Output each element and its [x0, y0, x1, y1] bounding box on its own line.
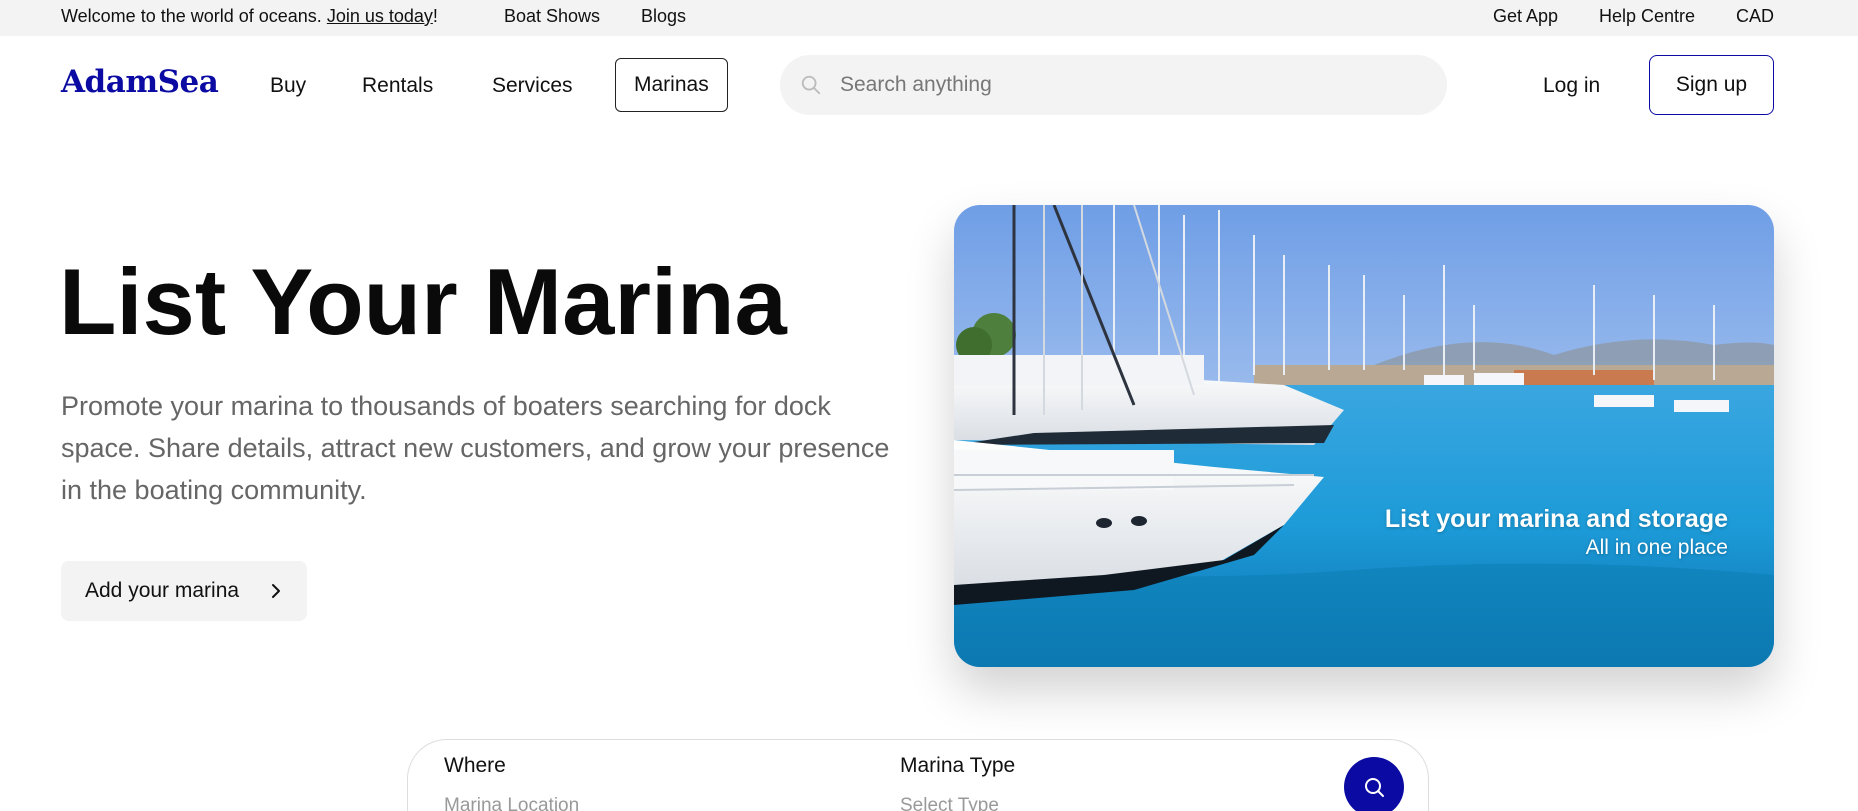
search-icon — [1365, 778, 1384, 797]
nav-rentals[interactable]: Rentals — [362, 74, 433, 98]
welcome-suffix: ! — [432, 6, 438, 26]
marina-type-label: Marina Type — [900, 754, 1016, 777]
hero-description: Promote your marina to thousands of boat… — [61, 391, 890, 505]
marina-search-panel: Where Marina Location Marina Type Select… — [407, 739, 1429, 811]
signup-button[interactable]: Sign up — [1649, 55, 1774, 115]
chevron-right-icon — [272, 584, 280, 598]
search-submit-button[interactable] — [1344, 757, 1404, 811]
get-app-link[interactable]: Get App — [1493, 6, 1558, 27]
card-title: List your marina and storage — [1384, 505, 1728, 533]
card-caption: List your marina and storage All in one … — [1385, 505, 1728, 560]
marina-photo — [954, 205, 1774, 667]
welcome-text: Welcome to the world of oceans. — [61, 6, 327, 26]
help-centre-link[interactable]: Help Centre — [1599, 6, 1695, 27]
currency-selector[interactable]: CAD — [1736, 6, 1774, 27]
nav-marinas[interactable]: Marinas — [615, 58, 728, 112]
announcement-bar: Welcome to the world of oceans. Join us … — [0, 0, 1858, 36]
add-marina-label: Add your marina — [85, 579, 240, 602]
search-input[interactable] — [840, 55, 1420, 115]
logo[interactable]: AdamSea — [61, 64, 219, 100]
page-title: List Your Marina — [59, 249, 787, 354]
type-select[interactable]: Select Type — [900, 795, 999, 811]
welcome-message: Welcome to the world of oceans. Join us … — [61, 6, 438, 27]
search-bar[interactable] — [780, 55, 1447, 115]
join-link[interactable]: Join us today — [327, 6, 433, 26]
boat-shows-link[interactable]: Boat Shows — [504, 6, 600, 27]
login-link[interactable]: Log in — [1543, 74, 1600, 98]
search-icon — [801, 75, 821, 95]
blogs-link[interactable]: Blogs — [641, 6, 686, 27]
nav-services[interactable]: Services — [492, 74, 573, 98]
hero-image-card: List your marina and storage All in one … — [954, 205, 1774, 667]
card-subtitle: All in one place — [1585, 536, 1728, 559]
main-header: AdamSea Buy Rentals Services Marinas Log… — [0, 36, 1858, 134]
where-label: Where — [444, 754, 506, 777]
add-marina-button[interactable]: Add your marina — [61, 561, 307, 621]
nav-buy[interactable]: Buy — [270, 74, 306, 98]
location-field[interactable]: Marina Location — [444, 795, 579, 811]
